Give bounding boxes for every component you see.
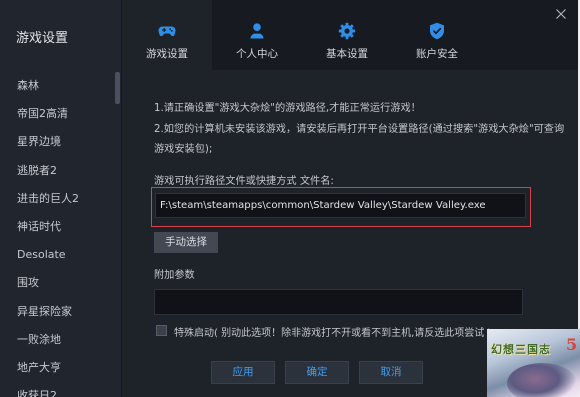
tab-label: 游戏设置 (146, 48, 188, 60)
gamepad-icon (158, 26, 176, 37)
extra-params-input[interactable] (154, 289, 523, 315)
sidebar-title: 游戏设置 (16, 31, 69, 46)
path-highlight-frame (151, 187, 531, 227)
tab-label: 基本设置 (326, 48, 368, 60)
game-list-item[interactable]: 收获日2 (0, 382, 122, 397)
sidebar-scrollbar[interactable] (115, 72, 120, 104)
game-list-item[interactable]: 森林 (0, 72, 122, 100)
tab-label: 个人中心 (236, 48, 278, 60)
special-launch-label: 特殊启动( 别动此选项！除非游戏打不开或看不到主机,请反选此项尝试 ) (174, 328, 492, 339)
game-path-input[interactable] (155, 193, 526, 218)
apply-button[interactable]: 应用 (211, 361, 275, 384)
game-list-item[interactable]: 神话时代 (0, 213, 122, 241)
user-icon (250, 23, 264, 39)
tab-account-security[interactable]: 账户安全 (392, 0, 482, 70)
game-ad-image[interactable]: 幻想三国志 5 (487, 329, 580, 397)
cancel-button[interactable]: 取消 (359, 361, 423, 384)
game-list-item[interactable]: Desolate (0, 241, 122, 269)
game-list-item[interactable]: 围攻 (0, 269, 122, 297)
game-list-item[interactable]: 逃脱者2 (0, 157, 122, 185)
game-list-item[interactable]: 帝国2高清 (0, 100, 122, 128)
close-icon[interactable] (554, 7, 568, 21)
path-label: 游戏可执行路径文件或快捷方式 文件名: (154, 176, 334, 187)
tab-personal-center[interactable]: 个人中心 (212, 0, 302, 70)
instruction-line-3: 游戏安装包); (154, 144, 213, 155)
confirm-button[interactable]: 确定 (285, 361, 349, 384)
ad-logo-text: 幻想三国志 (491, 343, 551, 356)
special-launch-checkbox[interactable] (156, 325, 167, 336)
instruction-line-1: 1.请正确设置"游戏大杂烩"的游戏路径,才能正常运行游戏！ (154, 103, 421, 114)
tab-game-settings[interactable]: 游戏设置 (122, 0, 212, 70)
game-list-item[interactable]: 一败涂地 (0, 326, 122, 354)
tab-bar: 游戏设置 个人中心 基本设置 账户安全 (122, 0, 578, 70)
tab-basic-settings[interactable]: 基本设置 (302, 0, 392, 70)
shield-check-icon (430, 22, 444, 40)
extra-params-label: 附加参数 (154, 270, 195, 281)
gear-icon (338, 22, 356, 40)
game-list: 森林 帝国2高清 星界边境 逃脱者2 进击的巨人2 神话时代 Desolate … (0, 72, 122, 397)
game-list-item[interactable]: 进击的巨人2 (0, 185, 122, 213)
ad-logo-number: 5 (566, 335, 578, 354)
game-list-item[interactable]: 星界边境 (0, 128, 122, 156)
manual-select-button[interactable]: 手动选择 (154, 232, 218, 253)
tab-label: 账户安全 (416, 48, 458, 60)
game-list-item[interactable]: 异星探险家 (0, 298, 122, 326)
game-list-sidebar: 游戏设置 森林 帝国2高清 星界边境 逃脱者2 进击的巨人2 神话时代 Deso… (0, 0, 122, 397)
game-list-item[interactable]: 地产大亨 (0, 354, 122, 382)
ad-artwork (507, 363, 577, 397)
instruction-line-2: 2.如您的计算机未安装该游戏，请安装后再打开平台设置路径(通过搜索"游戏大杂烩"… (154, 124, 565, 135)
